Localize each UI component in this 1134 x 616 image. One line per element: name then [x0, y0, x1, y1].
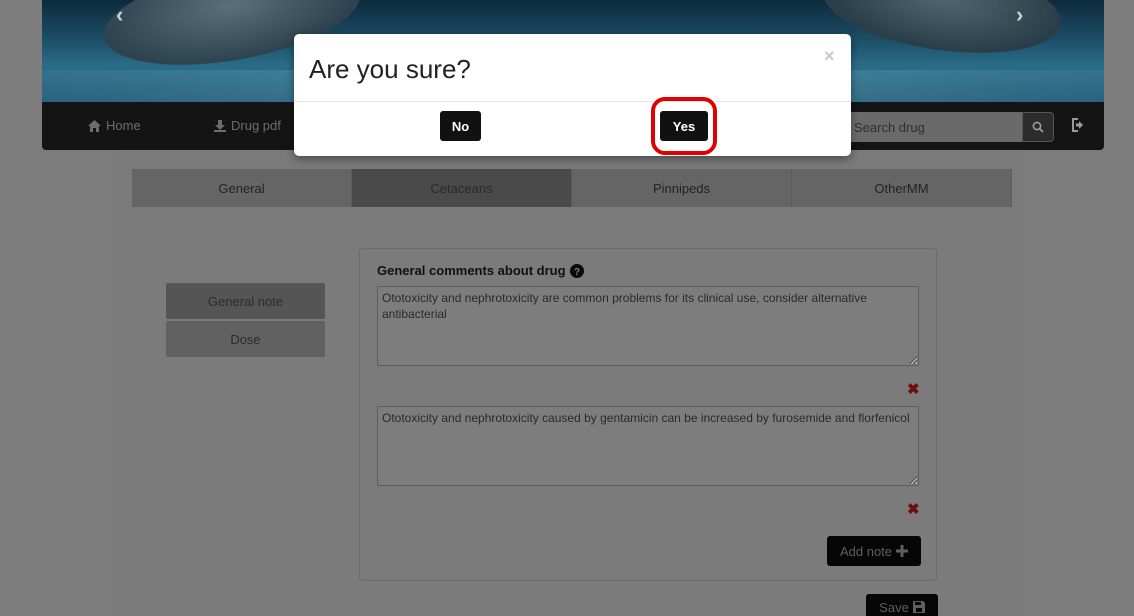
- dose-button[interactable]: Dose: [166, 321, 325, 357]
- carousel-prev-icon[interactable]: ‹: [116, 2, 123, 28]
- nav-home-link[interactable]: Home: [88, 118, 141, 133]
- note-textarea[interactable]: Ototoxicity and nephrotoxicity caused by…: [377, 406, 919, 486]
- tab-pinnipeds[interactable]: Pinnipeds: [572, 169, 792, 207]
- add-note-button[interactable]: Add note: [827, 536, 921, 566]
- download-icon: [214, 119, 226, 132]
- no-button[interactable]: No: [440, 111, 481, 141]
- dialog-divider: [294, 101, 851, 102]
- note-textarea[interactable]: Ototoxicity and nephrotoxicity are commo…: [377, 286, 919, 366]
- help-icon[interactable]: ?: [569, 263, 584, 278]
- confirm-dialog: Are you sure? ×: [294, 34, 851, 156]
- tab-general[interactable]: General: [132, 169, 352, 207]
- home-icon: [88, 119, 101, 132]
- close-icon[interactable]: ×: [824, 46, 835, 67]
- notes-title: General comments about drug ?: [377, 263, 584, 278]
- nav-home-label: Home: [106, 118, 141, 133]
- delete-note-icon[interactable]: ✖: [907, 500, 920, 518]
- tab-othermm[interactable]: OtherMM: [792, 169, 1012, 207]
- species-tabs: General Cetaceans Pinnipeds OtherMM: [132, 169, 1012, 207]
- logout-icon: [1072, 118, 1083, 132]
- search-button[interactable]: [1022, 112, 1054, 142]
- search-icon: [1032, 121, 1044, 133]
- banner-image-dolphin: [817, 0, 1067, 67]
- save-button[interactable]: Save: [866, 594, 938, 616]
- logout-button[interactable]: [1070, 117, 1088, 136]
- save-label: Save: [879, 599, 909, 615]
- nav-drug-pdf-label: Drug pdf: [231, 118, 281, 133]
- add-note-label: Add note: [839, 543, 893, 559]
- yes-button[interactable]: Yes: [660, 111, 708, 141]
- plus-icon: [896, 545, 909, 557]
- nav-drug-pdf-link[interactable]: Drug pdf: [214, 118, 281, 133]
- delete-note-icon[interactable]: ✖: [907, 380, 920, 398]
- notes-title-label: General comments about drug: [377, 263, 566, 278]
- carousel-next-icon[interactable]: ›: [1016, 2, 1023, 28]
- general-note-button[interactable]: General note: [166, 283, 325, 319]
- floppy-icon: [912, 601, 925, 613]
- tab-cetaceans[interactable]: Cetaceans: [352, 169, 572, 207]
- dialog-title: Are you sure?: [309, 54, 471, 84]
- svg-text:?: ?: [573, 267, 579, 278]
